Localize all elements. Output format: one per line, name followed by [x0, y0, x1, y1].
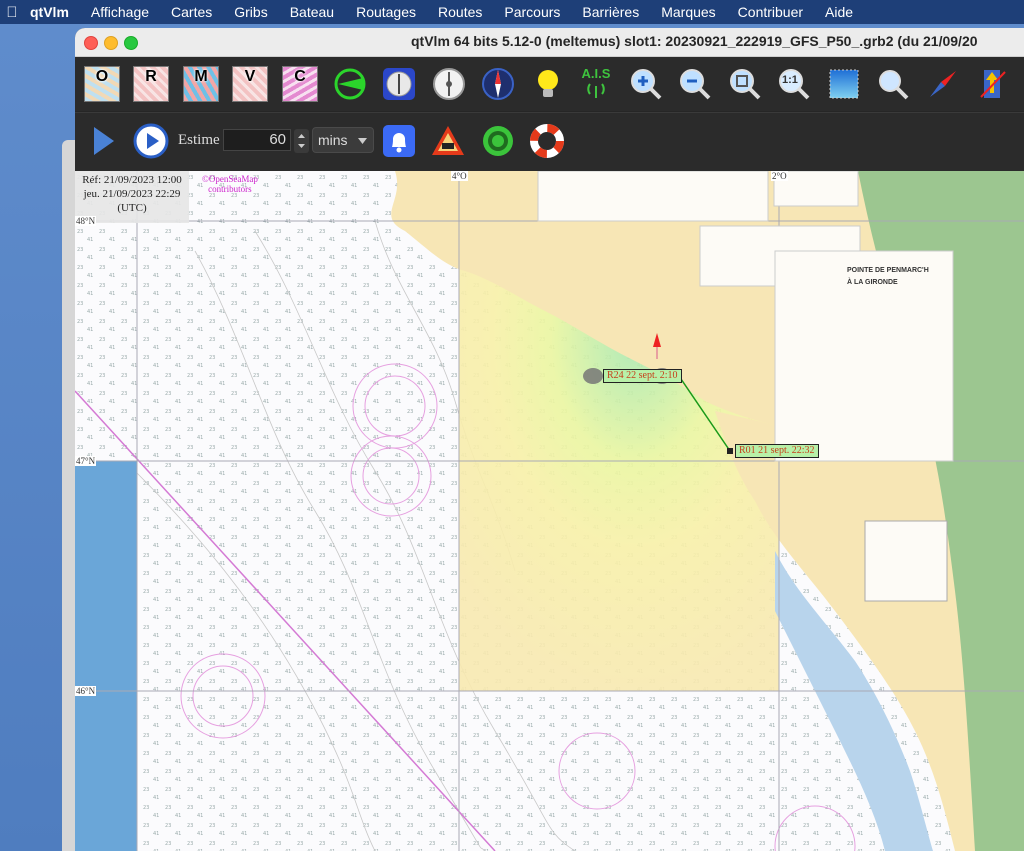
lat-label-47: 47°N [75, 456, 97, 466]
close-button[interactable] [84, 36, 98, 50]
map-r-label: R [145, 68, 157, 85]
estime-unit-select[interactable]: mins [312, 127, 374, 153]
estime-stepper[interactable] [294, 129, 309, 153]
inset-title-2: À LA GIRONDE [847, 279, 898, 286]
compass-ring-icon[interactable] [332, 66, 368, 102]
map-o-button[interactable]: O [84, 66, 120, 102]
estime-input[interactable]: 60 [223, 129, 291, 151]
main-window: qtVlm 64 bits 5.12-0 (meltemus) slot1: 2… [75, 28, 1024, 851]
menu-contribuer[interactable]: Contribuer [727, 4, 814, 20]
step-forward-icon[interactable] [85, 123, 121, 159]
barrier-arrow-icon[interactable] [974, 66, 1010, 102]
lightbulb-icon[interactable] [530, 66, 566, 102]
route-waypoint[interactable] [583, 368, 603, 384]
timezone: (UTC) [117, 202, 147, 214]
apple-icon[interactable]:  [0, 4, 24, 21]
lat-label-46: 46°N [75, 686, 97, 696]
osm-attribution-line2: contributors [208, 184, 252, 194]
chart-map[interactable]: 23 41 [75, 171, 1024, 851]
menu-aide[interactable]: Aide [814, 4, 864, 20]
estime-unit-value: mins [318, 132, 348, 148]
zoom-1-1-label: 1:1 [782, 74, 798, 86]
main-toolbar: O R M V C A.I.S 1:1 [75, 57, 1024, 111]
ais-button[interactable]: A.I.S [578, 63, 614, 103]
map-v-label: V [244, 68, 256, 85]
map-r-button[interactable]: R [133, 66, 169, 102]
menu-barrieres[interactable]: Barrières [571, 4, 650, 20]
zoom-fit-icon[interactable] [727, 66, 763, 102]
inset-title-1: POINTE DE PENMARC'H [847, 267, 929, 274]
warning-barrier-icon[interactable] [430, 123, 466, 159]
menu-app[interactable]: qtVlm [24, 4, 80, 20]
boat-compass-icon[interactable] [381, 66, 417, 102]
menu-bateau[interactable]: Bateau [279, 4, 345, 20]
lon-label-2: 2°O [771, 171, 788, 181]
menu-marques[interactable]: Marques [650, 4, 726, 20]
map-c-label: C [294, 68, 306, 85]
compass-needle-icon[interactable] [925, 66, 961, 102]
chart-legend-inset [537, 171, 769, 222]
menu-parcours[interactable]: Parcours [493, 4, 571, 20]
current-date: jeu. 21/09/2023 22:29 [83, 188, 181, 200]
estime-label: Estime [178, 132, 220, 148]
compass-rose-icon[interactable] [480, 66, 516, 102]
minimize-button[interactable] [104, 36, 118, 50]
osm-attribution-line1: ©OpenSeaMap [202, 174, 258, 184]
secondary-toolbar: Estime 60 mins [75, 112, 1024, 171]
window-title: qtVlm 64 bits 5.12-0 (meltemus) slot1: 2… [411, 33, 978, 49]
route-label-end[interactable]: R01 21 sept. 22:32 [735, 444, 819, 458]
lat-label-48: 48°N [75, 216, 97, 226]
title-bar[interactable]: qtVlm 64 bits 5.12-0 (meltemus) slot1: 2… [75, 28, 1024, 57]
alarm-bell-icon[interactable] [381, 123, 417, 159]
gauge-icon[interactable] [431, 66, 467, 102]
play-button-icon[interactable] [133, 123, 169, 159]
grib-area-icon[interactable] [826, 66, 862, 102]
osm-attribution[interactable]: ©OpenSeaMap contributors [202, 174, 258, 194]
zoom-in-icon[interactable] [628, 66, 664, 102]
locator-inset [864, 520, 948, 602]
menu-affichage[interactable]: Affichage [80, 4, 160, 20]
menu-routages[interactable]: Routages [345, 4, 427, 20]
menu-cartes[interactable]: Cartes [160, 4, 223, 20]
map-m-button[interactable]: M [183, 66, 219, 102]
map-edge-water [75, 461, 137, 851]
route-end-marker[interactable] [727, 448, 733, 454]
route-label-start[interactable]: R24 22 sept. 2:10 [603, 369, 682, 383]
ref-date: Réf: 21/09/2023 12:00 [82, 174, 182, 186]
map-o-label: O [95, 68, 109, 85]
search-icon[interactable] [875, 66, 911, 102]
target-icon[interactable] [480, 123, 516, 159]
lifebuoy-icon[interactable] [529, 123, 565, 159]
background-window[interactable] [62, 140, 76, 851]
map-v-button[interactable]: V [232, 66, 268, 102]
menu-routes[interactable]: Routes [427, 4, 493, 20]
zoom-button[interactable] [124, 36, 138, 50]
menu-gribs[interactable]: Gribs [223, 4, 278, 20]
zoom-1-1-icon[interactable]: 1:1 [776, 66, 812, 102]
map-m-label: M [194, 68, 208, 85]
zoom-out-icon[interactable] [677, 66, 713, 102]
menu-bar:  qtVlm Affichage Cartes Gribs Bateau Ro… [0, 0, 1024, 24]
ais-label: A.I.S [581, 65, 611, 81]
map-c-button[interactable]: C [282, 66, 318, 102]
chevron-down-icon [358, 138, 367, 144]
lon-label-4: 4°O [451, 171, 468, 181]
